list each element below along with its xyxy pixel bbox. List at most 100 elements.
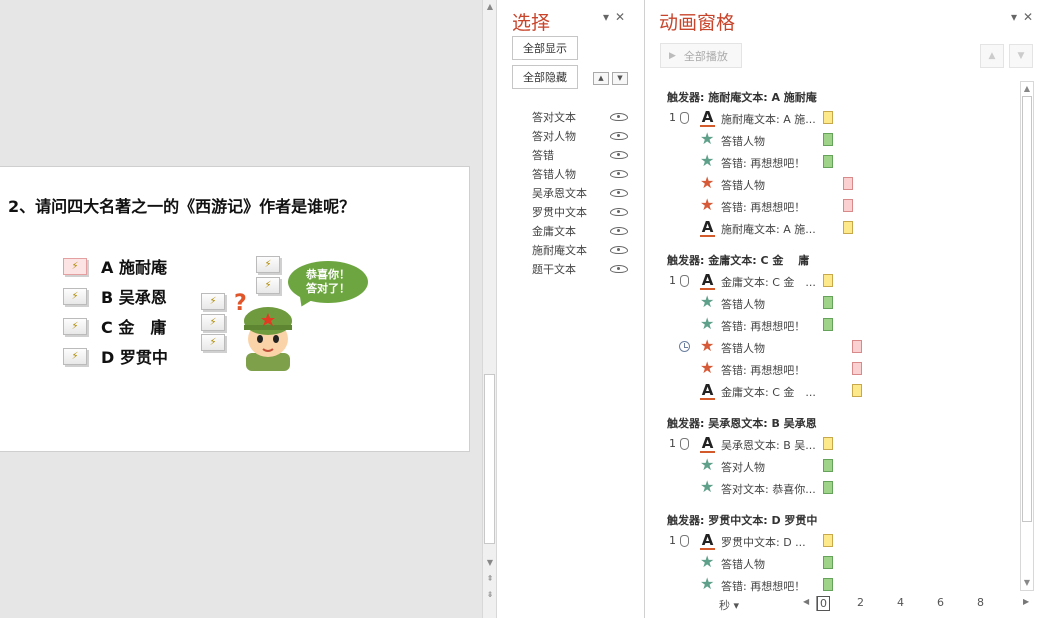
animation-row[interactable]: ★ 答错: 再想想吧！ bbox=[645, 151, 1020, 173]
scroll-up-arrow-icon[interactable]: ▲ bbox=[483, 0, 497, 14]
trigger-lightning-icon[interactable]: ⚡ bbox=[63, 287, 87, 305]
list-item[interactable]: 金庸文本 bbox=[497, 221, 645, 240]
slide-vertical-scrollbar[interactable]: ▲ ▼ ⇞ ⇟ bbox=[482, 0, 497, 618]
timing-bar[interactable] bbox=[843, 177, 853, 190]
trigger-lightning-icon[interactable]: ⚡ bbox=[63, 347, 87, 365]
visibility-eye-icon[interactable] bbox=[610, 245, 628, 254]
animation-row[interactable]: 1 A 金庸文本: C 金 ... bbox=[645, 270, 1020, 292]
timing-bar[interactable] bbox=[823, 133, 833, 146]
animation-row[interactable]: ★ 答错人物 bbox=[645, 336, 1020, 358]
scroll-down-arrow-icon[interactable]: ▼ bbox=[483, 556, 497, 570]
animation-row[interactable]: A 金庸文本: C 金 ... bbox=[645, 380, 1020, 402]
timeline-left-arrow-icon[interactable]: ◀ bbox=[803, 597, 809, 606]
timing-bar[interactable] bbox=[823, 534, 833, 547]
pane-options-dropdown-icon[interactable]: ▾ bbox=[1011, 10, 1023, 24]
trigger-lightning-icon[interactable]: ⚡ bbox=[63, 317, 87, 335]
cartoon-soldier-image[interactable] bbox=[236, 295, 300, 371]
animation-row[interactable]: 1 A 罗贯中文本: D ... bbox=[645, 530, 1020, 552]
speech-bubble[interactable]: 恭喜你！ 答对了！ bbox=[288, 261, 368, 303]
visibility-eye-icon[interactable] bbox=[610, 150, 628, 159]
animation-row[interactable]: ★ 答错: 再想想吧！ bbox=[645, 574, 1020, 594]
trigger-group-header[interactable]: 触发器: 金庸文本: C 金 庸 bbox=[645, 249, 1020, 270]
trigger-group-header[interactable]: 触发器: 吴承恩文本: B 吴承恩 bbox=[645, 412, 1020, 433]
trigger-lightning-icon[interactable]: ⚡ bbox=[63, 257, 87, 275]
previous-slide-icon[interactable]: ⇞ bbox=[483, 572, 497, 586]
list-item[interactable]: 答错 bbox=[497, 145, 645, 164]
pane-options-dropdown-icon[interactable]: ▾ bbox=[603, 10, 615, 24]
animation-row[interactable]: ★ 答错人物 bbox=[645, 129, 1020, 151]
timing-bar[interactable] bbox=[823, 155, 833, 168]
visibility-eye-icon[interactable] bbox=[610, 226, 628, 235]
visibility-eye-icon[interactable] bbox=[610, 188, 628, 197]
close-icon[interactable]: ✕ bbox=[615, 10, 631, 24]
animation-row[interactable]: 1 A 吴承恩文本: B 吴... bbox=[645, 433, 1020, 455]
timing-bar[interactable] bbox=[843, 199, 853, 212]
play-all-button[interactable]: ▶ 全部播放 bbox=[660, 43, 742, 68]
animation-row[interactable]: ★ 答错人物 bbox=[645, 173, 1020, 195]
list-item[interactable]: 题干文本 bbox=[497, 259, 645, 278]
timing-bar[interactable] bbox=[823, 578, 833, 591]
trigger-lightning-icon[interactable]: ⚡ bbox=[201, 314, 225, 331]
list-item[interactable]: 答错人物 bbox=[497, 164, 645, 183]
list-item[interactable]: 答对文本 bbox=[497, 107, 645, 126]
timing-bar[interactable] bbox=[852, 340, 862, 353]
seconds-dropdown[interactable]: 秒 ▾ bbox=[719, 597, 739, 613]
animation-row[interactable]: A 施耐庵文本: A 施... bbox=[645, 217, 1020, 239]
list-item[interactable]: 吴承恩文本 bbox=[497, 183, 645, 202]
option-c[interactable]: ⚡ C 金 庸 bbox=[63, 315, 166, 337]
next-slide-icon[interactable]: ⇟ bbox=[483, 588, 497, 602]
timing-bar[interactable] bbox=[852, 362, 862, 375]
timing-bar[interactable] bbox=[823, 111, 833, 124]
timing-bar[interactable] bbox=[823, 481, 833, 494]
timeline-right-arrow-icon[interactable]: ▶ bbox=[1023, 597, 1029, 606]
trigger-group-header[interactable]: 触发器: 罗贯中文本: D 罗贯中 bbox=[645, 509, 1020, 530]
visibility-eye-icon[interactable] bbox=[610, 169, 628, 178]
trigger-lightning-icon[interactable]: ⚡ bbox=[201, 293, 225, 310]
trigger-group-header[interactable]: 触发器: 施耐庵文本: A 施耐庵 bbox=[645, 86, 1020, 107]
timeline-ruler[interactable]: 0 2 4 6 8 bbox=[816, 596, 996, 611]
scroll-down-arrow-icon[interactable]: ▼ bbox=[1021, 576, 1033, 590]
bring-forward-arrow-icon[interactable]: ▲ bbox=[593, 72, 609, 85]
animation-row[interactable]: ★ 答错: 再想想吧！ bbox=[645, 314, 1020, 336]
list-item[interactable]: 罗贯中文本 bbox=[497, 202, 645, 221]
animation-row[interactable]: 1 A 施耐庵文本: A 施... bbox=[645, 107, 1020, 129]
animation-row[interactable]: ★ 答错: 再想想吧！ bbox=[645, 358, 1020, 380]
move-up-arrow-icon[interactable]: ▲ bbox=[980, 44, 1004, 68]
option-a[interactable]: ⚡ A 施耐庵 bbox=[63, 255, 167, 277]
visibility-eye-icon[interactable] bbox=[610, 131, 628, 140]
send-backward-arrow-icon[interactable]: ▼ bbox=[612, 72, 628, 85]
option-d[interactable]: ⚡ D 罗贯中 bbox=[63, 345, 168, 367]
option-b[interactable]: ⚡ B 吴承恩 bbox=[63, 285, 167, 307]
timing-bar[interactable] bbox=[823, 274, 833, 287]
scrollbar-thumb[interactable] bbox=[484, 374, 495, 544]
animation-list-scrollbar[interactable]: ▲ ▼ bbox=[1020, 81, 1034, 591]
slide-canvas[interactable]: 2、请问四大名著之一的《西游记》作者是谁呢？ ⚡ A 施耐庵 ⚡ B 吴承恩 ⚡… bbox=[0, 166, 470, 452]
trigger-lightning-icon[interactable]: ⚡ bbox=[256, 256, 280, 273]
timing-bar[interactable] bbox=[823, 459, 833, 472]
animation-row[interactable]: ★ 答错: 再想想吧！ bbox=[645, 195, 1020, 217]
timing-bar[interactable] bbox=[823, 437, 833, 450]
list-item[interactable]: 答对人物 bbox=[497, 126, 645, 145]
animation-row[interactable]: ★ 答对人物 bbox=[645, 455, 1020, 477]
animation-row[interactable]: ★ 答对文本: 恭喜你... bbox=[645, 477, 1020, 499]
show-all-button[interactable]: 全部显示 bbox=[512, 36, 578, 60]
animation-row[interactable]: ★ 答错人物 bbox=[645, 292, 1020, 314]
trigger-lightning-icon[interactable]: ⚡ bbox=[201, 334, 225, 351]
scroll-up-arrow-icon[interactable]: ▲ bbox=[1021, 82, 1033, 96]
move-down-arrow-icon[interactable]: ▼ bbox=[1009, 44, 1033, 68]
close-icon[interactable]: ✕ bbox=[1023, 10, 1039, 24]
timing-bar[interactable] bbox=[823, 296, 833, 309]
visibility-eye-icon[interactable] bbox=[610, 207, 628, 216]
timing-bar[interactable] bbox=[823, 556, 833, 569]
animation-row[interactable]: ★ 答错人物 bbox=[645, 552, 1020, 574]
list-item[interactable]: 施耐庵文本 bbox=[497, 240, 645, 259]
hide-all-button[interactable]: 全部隐藏 bbox=[512, 65, 578, 89]
timing-bar[interactable] bbox=[852, 384, 862, 397]
scrollbar-thumb[interactable] bbox=[1022, 96, 1032, 522]
trigger-lightning-icon[interactable]: ⚡ bbox=[256, 277, 280, 294]
visibility-eye-icon[interactable] bbox=[610, 112, 628, 121]
question-text[interactable]: 2、请问四大名著之一的《西游记》作者是谁呢？ bbox=[8, 193, 355, 217]
timing-bar[interactable] bbox=[823, 318, 833, 331]
timing-bar[interactable] bbox=[843, 221, 853, 234]
visibility-eye-icon[interactable] bbox=[610, 264, 628, 273]
